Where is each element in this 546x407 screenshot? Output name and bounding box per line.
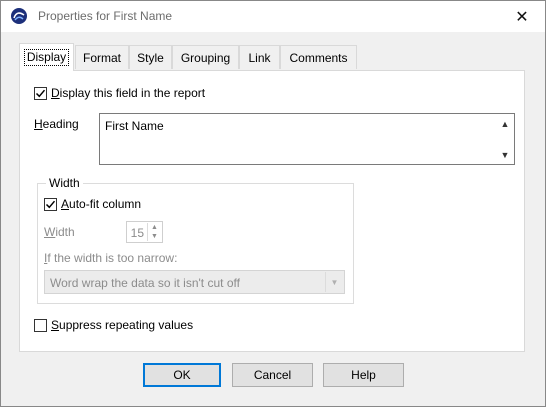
tab-grouping-label: Grouping — [180, 50, 231, 65]
display-field-checkbox-row[interactable]: Display this field in the report — [34, 86, 205, 100]
heading-value: First Name — [105, 119, 164, 133]
close-icon[interactable]: ✕ — [499, 1, 545, 32]
width-label: Width — [44, 225, 75, 239]
scroll-up-icon[interactable]: ▲ — [500, 119, 510, 129]
narrow-width-selected: Word wrap the data so it isn't cut off — [50, 276, 240, 290]
autofit-label: Auto-fit column — [61, 197, 142, 211]
checkmark-icon — [35, 89, 46, 97]
properties-dialog: Properties for First Name ✕ Display Form… — [0, 0, 546, 407]
display-field-checkbox[interactable] — [34, 86, 47, 100]
width-stepper[interactable]: 15 ▲ ▼ — [126, 221, 163, 243]
tab-comments-label: Comments — [289, 50, 348, 65]
ok-button[interactable]: OK — [143, 363, 221, 387]
tab-link-label: Link — [248, 50, 271, 65]
tab-display-label: Display — [23, 49, 70, 66]
width-group-legend: Width — [46, 176, 83, 190]
heading-field[interactable]: First Name ▲ ▼ — [99, 113, 515, 165]
suppress-checkbox[interactable] — [34, 318, 47, 332]
display-field-label: Display this field in the report — [51, 86, 206, 100]
dialog-title: Properties for First Name — [38, 9, 173, 23]
tab-comments[interactable]: Comments — [280, 45, 357, 69]
narrow-width-label: If the width is too narrow: — [44, 251, 178, 265]
suppress-checkbox-row[interactable]: Suppress repeating values — [34, 318, 193, 332]
heading-label: Heading — [34, 117, 79, 131]
autofit-checkbox-row[interactable]: Auto-fit column — [44, 197, 141, 211]
tab-format[interactable]: Format — [75, 45, 129, 69]
title-bar: Properties for First Name ✕ — [1, 1, 545, 32]
autofit-checkbox[interactable] — [44, 197, 57, 211]
display-tab-panel: Display this field in the report Heading… — [19, 70, 525, 352]
width-stepper-buttons: ▲ ▼ — [147, 223, 161, 241]
spin-up-icon[interactable]: ▲ — [148, 223, 161, 232]
tab-grouping[interactable]: Grouping — [172, 45, 239, 69]
suppress-label: Suppress repeating values — [51, 318, 194, 332]
width-value: 15 — [130, 226, 144, 240]
report-app-icon — [11, 8, 27, 24]
tab-style[interactable]: Style — [129, 45, 172, 69]
tab-format-label: Format — [82, 50, 121, 65]
scroll-down-icon[interactable]: ▼ — [500, 150, 510, 160]
spin-down-icon[interactable]: ▼ — [148, 232, 161, 241]
tab-display[interactable]: Display — [19, 43, 74, 71]
tab-style-label: Style — [137, 50, 164, 65]
chevron-down-icon[interactable]: ▼ — [325, 272, 343, 292]
cancel-button[interactable]: Cancel — [232, 363, 313, 387]
checkmark-icon — [45, 200, 56, 208]
narrow-width-dropdown[interactable]: Word wrap the data so it isn't cut off ▼ — [44, 270, 345, 294]
help-button[interactable]: Help — [323, 363, 404, 387]
tab-link[interactable]: Link — [239, 45, 280, 69]
